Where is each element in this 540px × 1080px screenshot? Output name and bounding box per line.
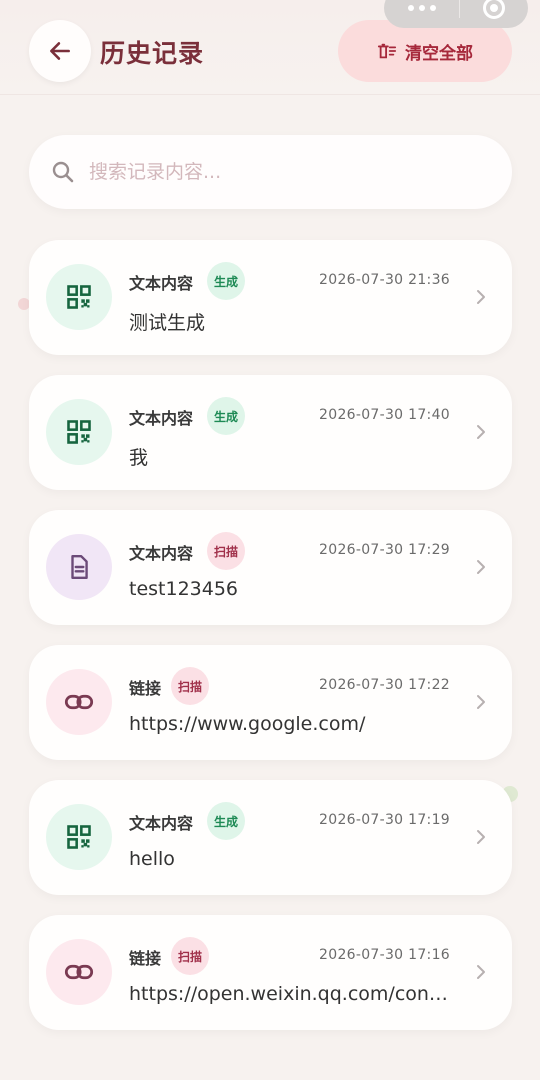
search-icon (52, 161, 74, 183)
record-source-badge: 生成 (207, 262, 245, 300)
record-card[interactable]: 文本内容 生成 2026-07-30 17:19 hello (29, 780, 512, 895)
chevron-right-icon (477, 830, 485, 844)
record-content: hello (129, 848, 175, 870)
more-menu-button[interactable] (407, 5, 436, 11)
arrow-left-icon (50, 42, 70, 60)
chevron-right-icon (477, 425, 485, 439)
record-time: 2026-07-30 17:29 (319, 542, 450, 558)
record-type: 文本内容 (129, 274, 194, 293)
document-icon (66, 553, 92, 581)
record-time: 2026-07-30 17:16 (319, 947, 450, 963)
back-button[interactable] (29, 20, 91, 82)
record-source-badge: 扫描 (171, 667, 209, 705)
record-card[interactable]: 文本内容 扫描 2026-07-30 17:29 test123456 (29, 510, 512, 625)
record-card[interactable]: 文本内容 生成 2026-07-30 17:40 我 (29, 375, 512, 490)
record-type-icon (46, 534, 112, 600)
record-time: 2026-07-30 21:36 (319, 272, 450, 288)
clear-all-button[interactable]: 清空全部 (338, 20, 512, 82)
chevron-right-icon (477, 695, 485, 709)
record-type-icon (46, 939, 112, 1005)
chevron-right-icon (477, 290, 485, 304)
qr-code-icon (65, 823, 93, 851)
chevron-right-icon (477, 965, 485, 979)
record-source-badge: 生成 (207, 397, 245, 435)
mini-program-capsule (384, 0, 528, 28)
page-title: 历史记录 (100, 39, 205, 68)
record-type: 链接 (129, 679, 162, 698)
record-content: 我 (129, 447, 149, 469)
record-card[interactable]: 链接 扫描 2026-07-30 17:22 https://www.google.c… (29, 645, 512, 760)
record-source-badge: 扫描 (171, 937, 209, 975)
record-source-badge: 扫描 (207, 532, 245, 570)
record-time: 2026-07-30 17:22 (319, 677, 450, 693)
trash-icon (377, 43, 397, 59)
record-content: test123456 (129, 578, 239, 600)
link-icon (64, 688, 94, 716)
record-list: 文本内容 生成 2026-07-30 21:36 测试生成 文本内容 生成 2026-07-… (29, 240, 512, 1050)
close-mini-program-button[interactable] (482, 0, 505, 19)
record-content: https://open.weixin.qq.com/con… (129, 983, 448, 1005)
record-type: 链接 (129, 949, 162, 968)
chevron-right-icon (477, 560, 485, 574)
qr-code-icon (65, 418, 93, 446)
record-source-badge: 生成 (207, 802, 245, 840)
record-card[interactable]: 链接 扫描 2026-07-30 17:16 https://open.weixin.… (29, 915, 512, 1030)
record-type-icon (46, 399, 112, 465)
record-time: 2026-07-30 17:40 (319, 407, 450, 423)
record-card[interactable]: 文本内容 生成 2026-07-30 21:36 测试生成 (29, 240, 512, 355)
record-content: 测试生成 (129, 312, 206, 334)
link-icon (64, 958, 94, 986)
record-time: 2026-07-30 17:19 (319, 812, 450, 828)
record-type: 文本内容 (129, 544, 194, 563)
record-type-icon (46, 669, 112, 735)
record-type: 文本内容 (129, 814, 194, 833)
record-type-icon (46, 804, 112, 870)
qr-code-icon (65, 283, 93, 311)
record-content: https://www.google.com/ (129, 713, 366, 735)
record-type-icon (46, 264, 112, 330)
search-bar[interactable] (29, 135, 512, 209)
clear-all-label: 清空全部 (405, 43, 473, 64)
search-input[interactable] (89, 161, 469, 183)
record-type: 文本内容 (129, 409, 194, 428)
